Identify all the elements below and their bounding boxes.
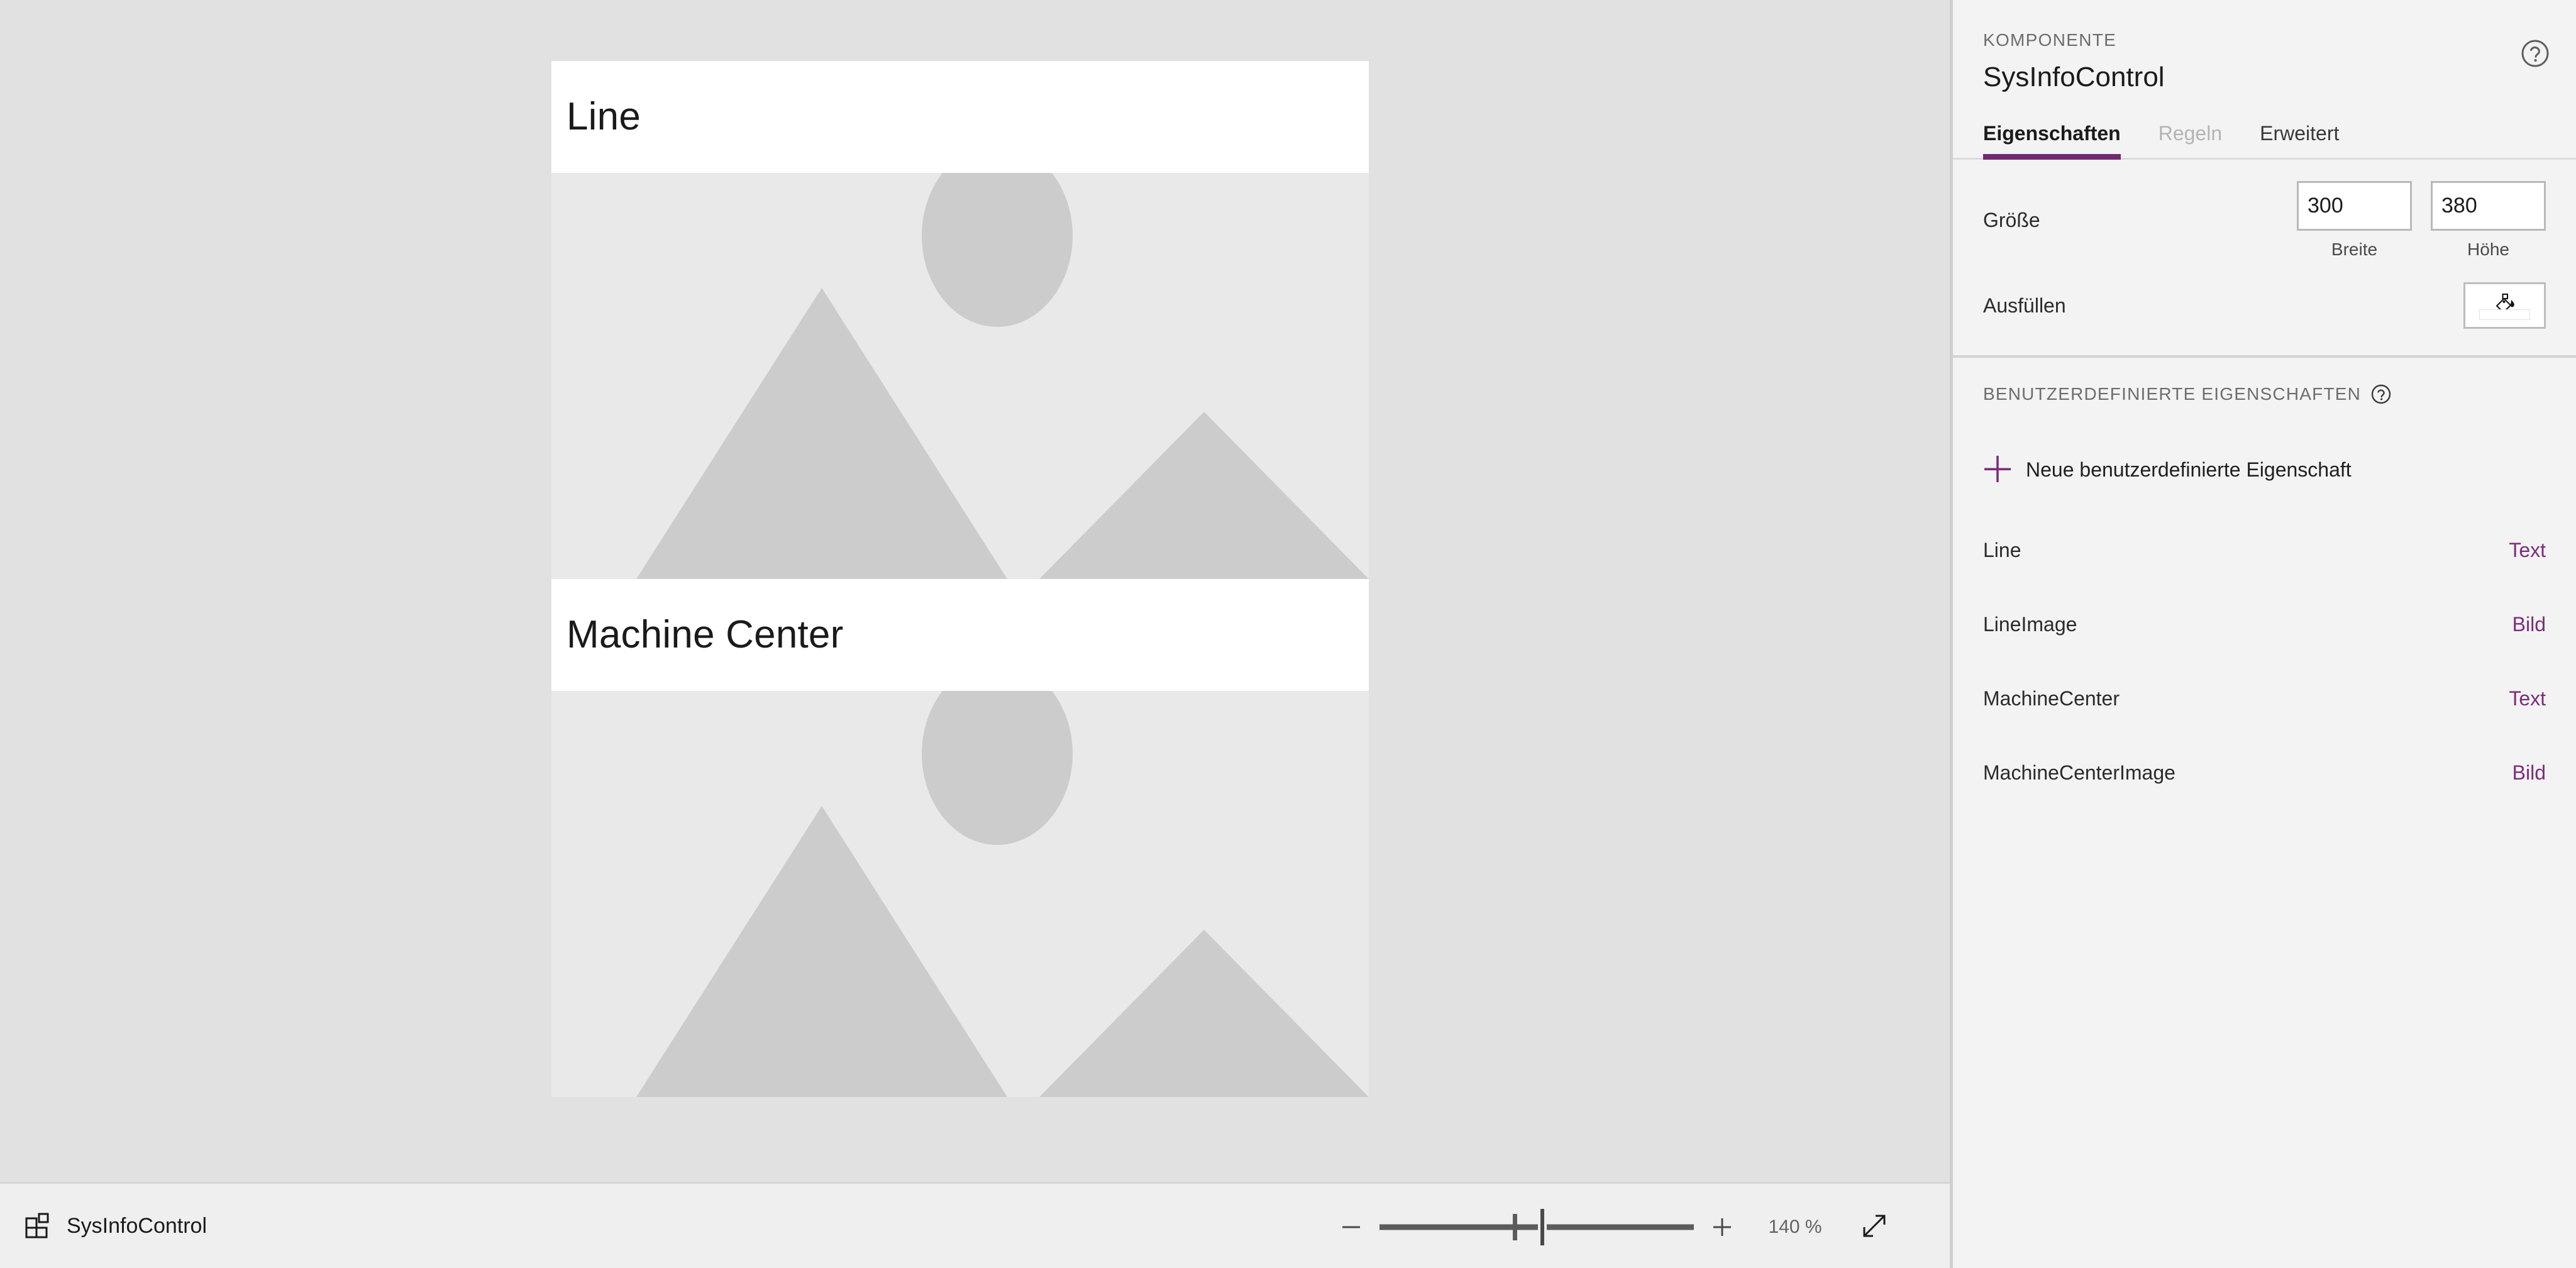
- tab-regeln: Regeln: [2159, 122, 2222, 158]
- zoom-slider-track: [1379, 1224, 1694, 1230]
- size-fields: Breite Höhe: [2297, 181, 2546, 260]
- property-name: MachineCenterImage: [1983, 761, 2175, 784]
- zoom-controls: 140 %: [1332, 1184, 1896, 1268]
- zoom-slider-tick-100: [1513, 1213, 1517, 1240]
- artboard[interactable]: Line Machine Center: [551, 61, 1369, 1097]
- fit-to-screen-icon: [1858, 1210, 1891, 1244]
- image-placeholder-mountains-icon: [551, 691, 1369, 1097]
- property-name: MachineCenter: [1983, 686, 2120, 710]
- plus-icon: [1983, 455, 2012, 485]
- custom-properties-list: Line Text LineImage Bild MachineCenter T…: [1983, 513, 2546, 810]
- list-item[interactable]: LineImage Bild: [1983, 587, 2546, 661]
- list-item[interactable]: Line Text: [1983, 513, 2546, 587]
- status-bar: SysInfoControl 140 %: [0, 1182, 1950, 1268]
- property-type[interactable]: Bild: [2512, 613, 2546, 636]
- card-title-line[interactable]: Line: [551, 61, 1369, 173]
- fill-color-button[interactable]: [2463, 282, 2546, 329]
- width-field-wrap: Breite: [2297, 181, 2412, 260]
- image-placeholder-mountains-icon: [551, 173, 1369, 579]
- fill-label: Ausfüllen: [1983, 294, 2066, 317]
- properties-panel: KOMPONENTE SysInfoControl Eigenschaften …: [1950, 0, 2576, 1268]
- row-fill: Ausfüllen: [1983, 282, 2546, 329]
- property-type[interactable]: Bild: [2512, 761, 2546, 785]
- list-item[interactable]: MachineCenterImage Bild: [1983, 736, 2546, 810]
- tab-label: Regeln: [2158, 122, 2223, 145]
- zoom-slider-thumb[interactable]: [1538, 1208, 1547, 1245]
- size-label: Größe: [1983, 209, 2040, 231]
- zoom-slider[interactable]: [1379, 1208, 1694, 1247]
- section-size-fill: Größe Breite Höhe Ausfüllen: [1953, 160, 2576, 358]
- width-input[interactable]: [2297, 181, 2412, 231]
- status-bar-component-name: SysInfoControl: [67, 1213, 207, 1238]
- row-size: Größe Breite Höhe: [1983, 181, 2546, 260]
- card-title-machine-center[interactable]: Machine Center: [551, 579, 1369, 691]
- custom-properties-header: BENUTZERDEFINIERTE EIGENSCHAFTEN: [1983, 383, 2546, 405]
- panel-tabs: Eigenschaften Regeln Erweitert: [1953, 122, 2576, 160]
- help-circle-icon[interactable]: [2370, 383, 2392, 405]
- plus-icon: [1710, 1215, 1735, 1240]
- component-blocks-icon: [25, 1212, 53, 1240]
- tab-label: Erweitert: [2260, 122, 2340, 145]
- zoom-in-button[interactable]: [1703, 1208, 1742, 1247]
- height-field-wrap: Höhe: [2431, 181, 2546, 260]
- card-title-text: Line: [567, 95, 641, 138]
- property-type[interactable]: Text: [2509, 687, 2546, 710]
- property-name: LineImage: [1983, 612, 2077, 636]
- status-bar-component[interactable]: SysInfoControl: [25, 1212, 207, 1240]
- card-title-text: Machine Center: [567, 613, 844, 656]
- app-root: Line Machine Center SysInfoControl 140 %…: [0, 0, 2576, 1268]
- panel-header: KOMPONENTE SysInfoControl: [1953, 0, 2576, 93]
- property-type[interactable]: Text: [2509, 539, 2546, 562]
- panel-eyebrow: KOMPONENTE: [1983, 30, 2117, 50]
- width-caption: Breite: [2331, 240, 2378, 259]
- minus-icon: [1339, 1215, 1364, 1240]
- add-custom-property-label: Neue benutzerdefinierte Eigenschaft: [2026, 458, 2352, 481]
- height-input[interactable]: [2431, 181, 2546, 231]
- add-custom-property-button[interactable]: Neue benutzerdefinierte Eigenschaft: [1983, 455, 2352, 485]
- zoom-level-label: 140 %: [1768, 1216, 1822, 1237]
- page-title: SysInfoControl: [1983, 62, 2165, 92]
- canvas-scroll-area[interactable]: Line Machine Center: [0, 0, 1950, 1182]
- fill-color-swatch: [2479, 309, 2530, 320]
- help-circle-icon[interactable]: [2518, 36, 2552, 70]
- section-custom-properties: BENUTZERDEFINIERTE EIGENSCHAFTEN Neue be…: [1953, 358, 2576, 810]
- tab-erweitert[interactable]: Erweitert: [2260, 122, 2339, 158]
- list-item[interactable]: MachineCenter Text: [1983, 661, 2546, 736]
- custom-properties-heading: BENUTZERDEFINIERTE EIGENSCHAFTEN: [1983, 384, 2362, 404]
- editor-region: Line Machine Center SysInfoControl 140 %: [0, 0, 1950, 1268]
- height-caption: Höhe: [2467, 240, 2509, 259]
- zoom-out-button[interactable]: [1332, 1208, 1371, 1247]
- property-name: Line: [1983, 538, 2021, 561]
- tab-label: Eigenschaften: [1983, 122, 2121, 145]
- tab-eigenschaften[interactable]: Eigenschaften: [1983, 122, 2121, 160]
- card-image-machine-center[interactable]: [551, 691, 1369, 1097]
- fit-to-screen-button[interactable]: [1852, 1205, 1896, 1249]
- card-image-line[interactable]: [551, 173, 1369, 579]
